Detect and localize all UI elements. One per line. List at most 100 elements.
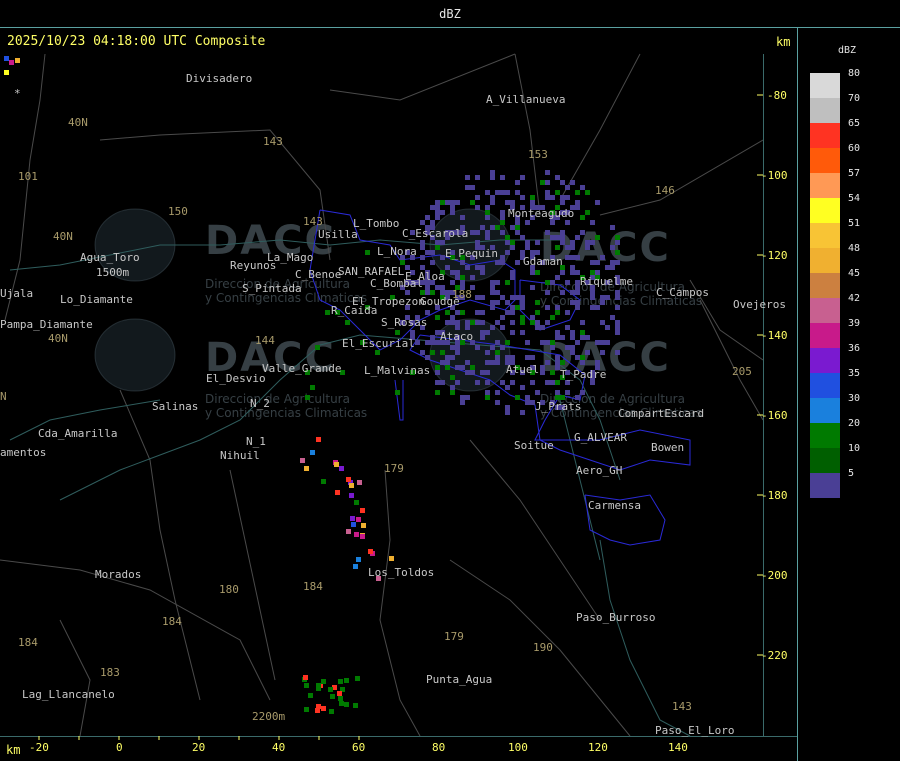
route-label: 184 (18, 636, 38, 649)
echo-cell (435, 285, 440, 290)
place-label: Pampa_Diamante (0, 318, 93, 331)
echo-cell (575, 235, 580, 240)
echo-cell (535, 325, 540, 330)
echo-cell (555, 305, 560, 310)
echo-cell (535, 270, 540, 275)
echo-cell (485, 380, 490, 385)
echo-cell (540, 325, 545, 330)
echo-cell (465, 320, 470, 325)
echo-cell (530, 320, 535, 325)
place-label: 1500m (96, 266, 129, 279)
echo-cell (305, 395, 310, 400)
echo-cell (570, 330, 575, 335)
echo-cell (425, 215, 430, 220)
echo-cell (615, 330, 620, 335)
echo-cell (435, 215, 440, 220)
echo-cell (580, 355, 585, 360)
echo-cell (560, 290, 565, 295)
echo-cell (565, 195, 570, 200)
echo-cell (580, 360, 585, 365)
place-label: Morados (95, 568, 141, 581)
echo-cell (510, 245, 515, 250)
echo-cell (530, 195, 535, 200)
place-label: amentos (0, 446, 46, 459)
echo-cell (525, 395, 530, 400)
echo-cell (450, 375, 455, 380)
echo-cell (560, 200, 565, 205)
echo-cell (355, 676, 360, 681)
legend-label: 80 (848, 68, 861, 79)
echo-cell (610, 265, 615, 270)
legend-label: 57 (848, 168, 861, 179)
place-label: Monteagudo (508, 207, 574, 220)
route-label: 143 (672, 700, 692, 713)
place-label: S_Rosas (381, 316, 427, 329)
echo-cell (490, 225, 495, 230)
echo-cell (338, 679, 343, 684)
echo-cell (480, 310, 485, 315)
route-label: 101 (18, 170, 38, 183)
echo-cell (595, 305, 600, 310)
echo-cell (490, 290, 495, 295)
echo-cell (480, 295, 485, 300)
echo-cell (300, 458, 305, 463)
legend-label: 42 (848, 293, 861, 304)
echo-cell (470, 230, 475, 235)
echo-cell (475, 295, 480, 300)
echo-cell (555, 310, 560, 315)
echo-cell (485, 330, 490, 335)
echo-cell (435, 245, 440, 250)
echo-cell (565, 220, 570, 225)
legend-label: 45 (848, 268, 861, 279)
place-label: J_Prats (535, 400, 581, 413)
echo-cell (520, 300, 525, 305)
echo-cell (460, 310, 465, 315)
echo-cell (315, 345, 320, 350)
echo-cell (520, 175, 525, 180)
echo-cell (303, 675, 308, 680)
echo-cell (490, 200, 495, 205)
echo-cell (530, 270, 535, 275)
echo-cell (500, 230, 505, 235)
legend-swatch (810, 248, 840, 273)
echo-cell (490, 325, 495, 330)
echo-cell (490, 175, 495, 180)
echo-cell (485, 190, 490, 195)
echo-cell (510, 240, 515, 245)
echo-cell (495, 280, 500, 285)
echo-cell (440, 240, 445, 245)
echo-cell (520, 305, 525, 310)
route-label: 150 (168, 205, 188, 218)
echo-cell (460, 275, 465, 280)
echo-cell (338, 696, 343, 701)
echo-cell (480, 265, 485, 270)
echo-cell (545, 360, 550, 365)
y-tick-label: -180 (761, 489, 788, 502)
echo-cell (545, 290, 550, 295)
route-label: 143 (263, 135, 283, 148)
echo-cell (605, 325, 610, 330)
echo-cell (575, 300, 580, 305)
echo-cell (440, 200, 445, 205)
echo-cell (540, 370, 545, 375)
echo-cell (600, 340, 605, 345)
echo-cell (555, 175, 560, 180)
echo-cell (321, 679, 326, 684)
route-label: N (0, 390, 7, 403)
echo-cell (525, 245, 530, 250)
place-label: Ujala (0, 287, 33, 300)
echo-cell (485, 235, 490, 240)
echo-cell (430, 220, 435, 225)
echo-cell (595, 200, 600, 205)
echo-cell (455, 320, 460, 325)
echo-cell (600, 320, 605, 325)
route-label: 179 (384, 462, 404, 475)
echo-cell (535, 320, 540, 325)
echo-cell (600, 255, 605, 260)
color-legend (810, 73, 840, 498)
echo-cell (510, 310, 515, 315)
echo-cell (510, 380, 515, 385)
echo-cell (455, 310, 460, 315)
echo-cell (485, 395, 490, 400)
echo-cell (520, 385, 525, 390)
